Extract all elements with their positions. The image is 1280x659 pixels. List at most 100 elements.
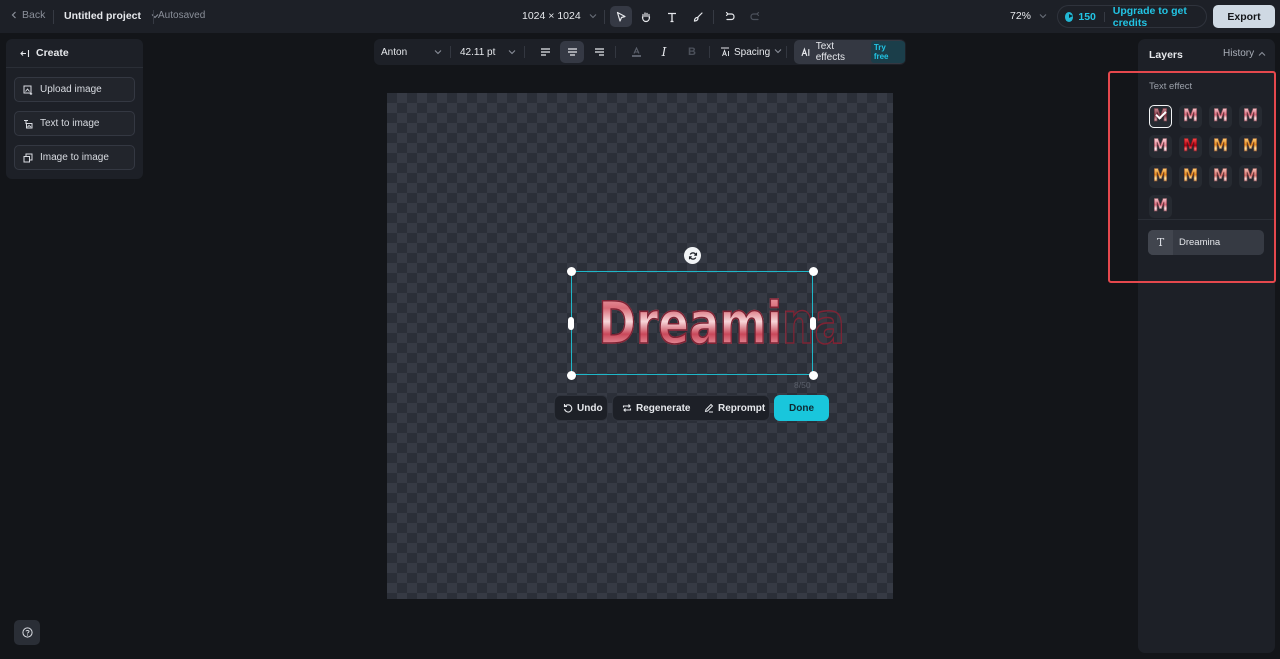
effect-preview-glyph: M — [1212, 136, 1229, 156]
top-bar: Back Untitled project Autosaved 1024 × 1… — [0, 0, 1280, 33]
tab-layers[interactable]: Layers — [1149, 49, 1183, 61]
text-effect-pink-chrome[interactable]: M — [1149, 195, 1172, 218]
reprompt-label: Reprompt — [718, 402, 766, 414]
text-effect-salmon-chrome[interactable]: M — [1239, 165, 1262, 188]
bold-button[interactable]: B — [680, 41, 704, 63]
text-effect-pink-chrome[interactable]: M — [1239, 105, 1262, 128]
text-color-icon — [631, 47, 641, 57]
text-effect-pink-chrome[interactable]: M — [1179, 105, 1202, 128]
select-tool[interactable] — [610, 6, 632, 27]
undo-label: Undo — [577, 402, 603, 414]
zoom-dropdown[interactable]: 72% — [1010, 10, 1047, 22]
regenerate-label: Regenerate — [636, 402, 691, 414]
credits-pill[interactable]: 150 Upgrade to get credits — [1057, 5, 1207, 29]
project-title-dropdown[interactable]: Untitled project — [64, 10, 159, 22]
effect-preview-glyph: M — [1152, 166, 1169, 186]
divider — [524, 46, 525, 58]
create-panel: Create Upload image Text to image Image … — [6, 39, 143, 179]
layer-name: Dreamina — [1179, 237, 1221, 248]
text-effect-pink-glossy[interactable]: M — [1149, 135, 1172, 158]
resize-handle-left[interactable] — [568, 317, 574, 330]
rotate-icon — [688, 251, 697, 260]
chevron-down-icon — [434, 48, 442, 59]
text-effect-gold-glitter[interactable]: M — [1209, 135, 1232, 158]
divider — [1138, 219, 1275, 220]
text-effects-label: Text effects — [815, 41, 846, 63]
text-effect-gold-glitter[interactable]: M — [1179, 165, 1202, 188]
save-status: Autosaved — [158, 10, 206, 21]
pointer-icon — [616, 11, 626, 22]
help-icon — [21, 627, 33, 638]
text-effect-gold-glitter[interactable]: M — [1239, 135, 1262, 158]
align-left-button[interactable] — [533, 41, 557, 63]
text-selection-box[interactable]: Dreamina — [566, 266, 846, 380]
font-family-dropdown[interactable]: Anton — [381, 39, 442, 65]
layer-item[interactable]: T Dreamina — [1148, 230, 1264, 255]
effect-preview-glyph: M — [1182, 106, 1199, 126]
export-button[interactable]: Export — [1213, 5, 1275, 28]
brush-icon — [693, 11, 703, 22]
chevron-down-icon — [1039, 14, 1047, 19]
text-color-button[interactable] — [624, 41, 648, 63]
effect-preview-glyph: M — [1152, 196, 1169, 216]
image-to-image-button[interactable]: Image to image — [14, 145, 135, 170]
upgrade-link[interactable]: Upgrade to get credits — [1113, 5, 1206, 29]
create-panel-collapse[interactable]: Create — [6, 39, 143, 68]
upload-image-button[interactable]: Upload image — [14, 77, 135, 102]
text-to-image-button[interactable]: Text to image — [14, 111, 135, 136]
text-effect-red-candy[interactable]: M — [1179, 135, 1202, 158]
font-size-value: 42.11 pt — [460, 46, 496, 58]
reprompt-button[interactable]: Reprompt — [704, 396, 765, 420]
effect-preview-glyph: M — [1242, 166, 1259, 186]
pencil-icon — [704, 403, 714, 413]
resize-handle-top-left[interactable] — [566, 266, 576, 276]
image-to-image-icon — [23, 153, 33, 162]
tab-history[interactable]: History — [1223, 48, 1266, 59]
rotate-handle[interactable] — [684, 247, 701, 264]
text-tool[interactable] — [661, 6, 683, 27]
text-effect-pink-chrome[interactable]: M — [1209, 105, 1232, 128]
text-effect-gold-glitter[interactable]: M — [1149, 165, 1172, 188]
undo-button[interactable] — [719, 6, 741, 27]
hand-icon — [641, 11, 651, 22]
chevron-left-icon — [11, 11, 16, 19]
resize-handle-bottom-right[interactable] — [808, 370, 818, 380]
text-effects-button[interactable]: Text effects Try free — [794, 40, 905, 64]
chevron-up-icon — [1258, 51, 1266, 56]
divider — [153, 10, 154, 24]
redo-button[interactable] — [744, 6, 766, 27]
back-button[interactable]: Back — [10, 9, 45, 21]
resize-handle-top-right[interactable] — [808, 266, 818, 276]
credit-count: 150 — [1078, 10, 1096, 23]
align-right-button[interactable] — [587, 41, 611, 63]
canvas-text-layer[interactable]: Dreamina — [598, 286, 846, 360]
align-center-button[interactable] — [560, 41, 584, 63]
effect-preview-glyph: M — [1182, 136, 1199, 156]
divider — [713, 10, 714, 24]
divider — [709, 46, 710, 58]
spacing-dropdown[interactable]: Spacing — [720, 39, 782, 65]
hand-tool[interactable] — [635, 6, 657, 27]
character-count: 8/50 — [794, 380, 811, 390]
text-toolbar: Anton 42.11 pt I B Spacing Text effects … — [374, 39, 906, 65]
done-button[interactable]: Done — [774, 395, 829, 421]
italic-button[interactable]: I — [652, 41, 676, 63]
resize-handle-right[interactable] — [810, 317, 816, 330]
project-title: Untitled project — [64, 10, 142, 22]
text-to-image-label: Text to image — [40, 118, 100, 129]
spacing-icon — [721, 47, 729, 57]
effect-preview-glyph: M — [1242, 106, 1259, 126]
text-effect-rose-chrome[interactable]: M — [1149, 105, 1172, 128]
regenerate-button[interactable]: Regenerate — [622, 396, 690, 420]
text-effect-salmon-chrome[interactable]: M — [1209, 165, 1232, 188]
canvas-size-dropdown[interactable]: 1024 × 1024 — [522, 10, 597, 22]
divider — [1103, 11, 1105, 22]
resize-handle-bottom-left[interactable] — [566, 370, 576, 380]
font-size-dropdown[interactable]: 42.11 pt — [460, 39, 520, 65]
undo-effect-button[interactable]: Undo — [563, 396, 603, 420]
brush-tool[interactable] — [687, 6, 709, 27]
help-button[interactable] — [14, 620, 40, 645]
try-free-badge: Try free — [870, 41, 905, 63]
credit-icon — [1065, 11, 1074, 22]
chevron-down-icon — [508, 48, 516, 59]
